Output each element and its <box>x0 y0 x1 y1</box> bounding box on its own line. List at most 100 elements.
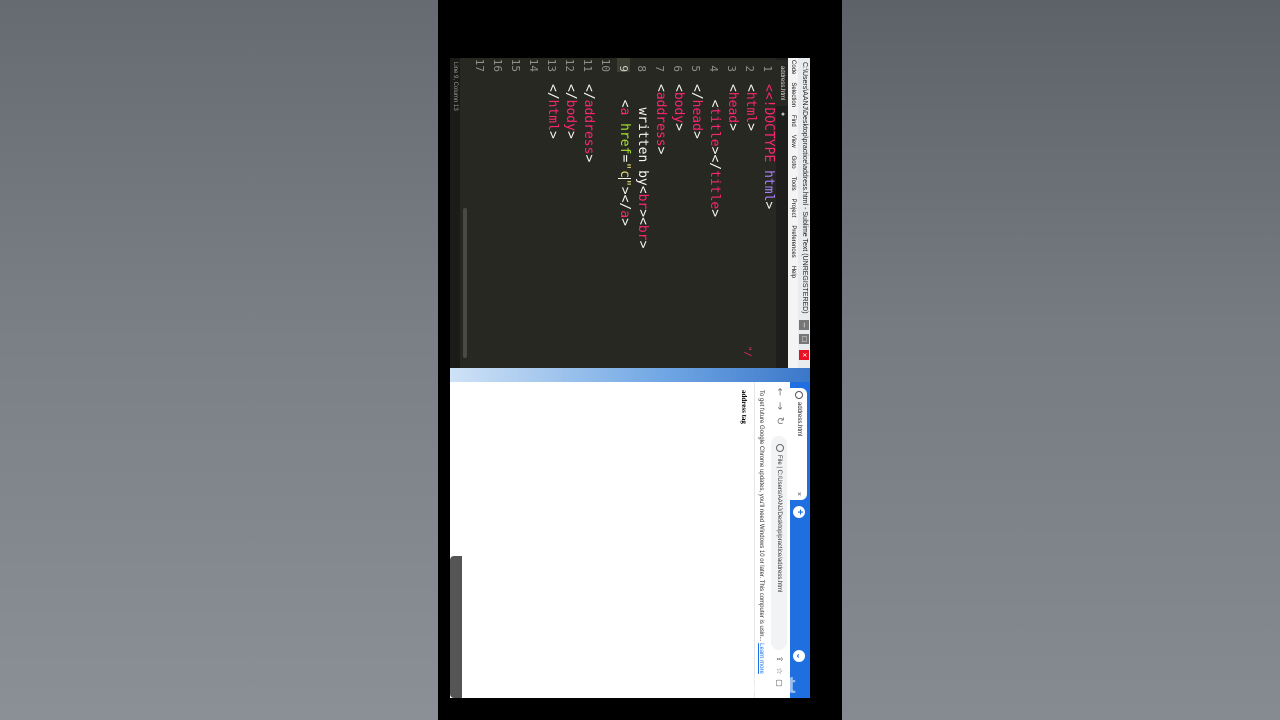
line-number: 15 <box>509 58 522 72</box>
code-token: address <box>653 91 668 147</box>
menu-preferences[interactable]: Preferences <box>788 225 798 257</box>
chrome-toolbar: ← → ↻ File | C:/Users/AANJ/Desktop/pract… <box>767 382 790 698</box>
code-token: html <box>545 99 560 131</box>
inshot-watermark: InShOt <box>722 672 796 699</box>
info-icon[interactable] <box>775 444 784 452</box>
line-number: 14 <box>527 58 540 72</box>
code-line-12: </body> <box>563 84 578 139</box>
rotated-screen: C:\Users\AANJ\Desktop\practice\address.h… <box>450 58 810 698</box>
line-number: 11 <box>581 58 594 72</box>
menu-view[interactable]: View <box>788 135 798 148</box>
learn-more-link[interactable]: Learn more <box>758 643 764 674</box>
line-number: 8 <box>635 65 648 72</box>
chrome-tab-strip: address.html × + ⌄ <box>790 382 810 698</box>
code-line-9: <a href="c"></a> <box>617 99 632 226</box>
line-number: 7 <box>653 65 666 72</box>
back-arrow-icon[interactable]: ← <box>772 386 786 398</box>
code-token: br <box>635 193 650 210</box>
chrome-tab-title: address.html <box>796 402 802 437</box>
line-number: 17 <box>473 58 486 72</box>
code-token: title <box>707 170 722 210</box>
code-token: address <box>581 99 596 155</box>
code-line-3: <head> <box>725 84 740 131</box>
code-token: body <box>671 91 686 124</box>
sublime-menu-bar: Code Selection Find View Goto Tools Proj… <box>788 58 798 368</box>
code-token: " <box>617 178 632 187</box>
snippet-hint: "/ <box>742 346 752 357</box>
line-number: 13 <box>545 58 558 72</box>
sublime-file-tab[interactable]: address.html <box>776 60 788 107</box>
code-token: href <box>617 123 632 155</box>
menu-find[interactable]: Find <box>788 115 798 127</box>
page-viewport: address tag <box>450 382 754 698</box>
menu-code[interactable]: Code <box>788 60 798 74</box>
line-number: 5 <box>689 65 702 72</box>
globe-icon <box>795 391 803 399</box>
menu-help[interactable]: Help <box>788 266 798 278</box>
maximize-icon[interactable]: □ <box>799 334 809 344</box>
reload-icon[interactable]: ↻ <box>772 415 786 427</box>
update-info-bar: To get future Google Chrome updates, you… <box>754 382 768 698</box>
sublime-status-bar: Line 9, Column 13 <box>450 58 460 368</box>
line-number: 10 <box>599 58 612 72</box>
share-icon[interactable]: ⇪ <box>772 654 786 664</box>
sublime-title: C:\Users\AANJ\Desktop\practice\address.h… <box>801 62 808 314</box>
blurred-background-right <box>842 0 1280 720</box>
tab-close-icon[interactable]: × <box>790 492 807 496</box>
desktop-taskbar-strip <box>450 368 810 382</box>
menu-goto[interactable]: Goto <box>788 156 798 169</box>
menu-selection[interactable]: Selection <box>788 82 798 107</box>
code-line-11: </address> <box>581 84 596 163</box>
code-line-4: <title></title> <box>707 99 722 218</box>
code-token: a <box>617 107 632 116</box>
menu-project[interactable]: Project <box>788 199 798 218</box>
code-line-2: <html> <box>743 84 758 131</box>
code-token: DOCTYPE <box>761 107 776 163</box>
code-line-1: <<!DOCTYPE html> <box>761 84 776 210</box>
blurred-background-left <box>0 0 438 720</box>
line-number: 1 <box>761 65 774 72</box>
line-number: 6 <box>671 65 684 72</box>
line-number: 2 <box>743 65 756 72</box>
code-token: html <box>743 91 758 124</box>
address-bar[interactable]: File | C:/Users/AANJ/Desktop/practice/ad… <box>771 436 787 650</box>
sublime-window: C:\Users\AANJ\Desktop\practice\address.h… <box>450 58 810 368</box>
code-token: html <box>761 162 776 202</box>
address-url: C:/Users/AANJ/Desktop/practice/address.h… <box>776 469 782 593</box>
new-tab-button[interactable]: + <box>793 506 805 518</box>
forward-arrow-icon[interactable]: → <box>772 400 786 412</box>
code-token: title <box>707 107 722 147</box>
code-token: head <box>689 99 704 131</box>
chevron-down-icon[interactable]: ⌄ <box>793 650 805 662</box>
address-prefix: File <box>776 455 782 465</box>
code-token: br <box>635 224 650 241</box>
chrome-window: address.html × + ⌄ ← → ↻ File | C:/Users… <box>450 382 810 698</box>
menu-tools[interactable]: Tools <box>788 177 798 191</box>
code-token: head <box>725 91 740 124</box>
code-editor[interactable]: <<!DOCTYPE html> <html> <head> <title></… <box>460 84 776 364</box>
page-rendered-text: address tag <box>740 390 748 424</box>
chrome-tab[interactable]: address.html × <box>790 388 807 500</box>
code-token: <! <box>761 91 776 108</box>
line-number: 3 <box>725 65 738 72</box>
phone-frame: C:\Users\AANJ\Desktop\practice\address.h… <box>438 0 842 720</box>
sublime-title-bar: C:\Users\AANJ\Desktop\practice\address.h… <box>798 58 810 368</box>
recorded-with-badge <box>450 556 462 698</box>
code-line-8: written by<br><br> <box>635 107 650 249</box>
code-token: > <box>761 201 776 210</box>
sublime-tab-bar: address.html ● <box>776 58 788 368</box>
horizontal-scrollbar[interactable] <box>463 208 467 358</box>
code-token: a <box>617 210 632 219</box>
code-token: written by <box>635 107 650 186</box>
close-icon[interactable]: × <box>799 350 809 360</box>
line-number: 4 <box>707 65 720 72</box>
line-number-gutter: 1 2 3 4 5 6 7 8 9 10 11 12 13 14 15 16 1… <box>460 58 776 80</box>
code-line-13: </html> <box>545 84 560 139</box>
code-line-6: <body> <box>671 84 686 131</box>
code-token: "c <box>617 162 632 178</box>
tab-close-icon[interactable]: ● <box>776 112 788 116</box>
minimize-icon[interactable]: – <box>799 320 809 330</box>
line-number: 16 <box>491 58 504 72</box>
code-line-7: <address> <box>653 84 668 155</box>
code-line-5: </head> <box>689 84 704 139</box>
